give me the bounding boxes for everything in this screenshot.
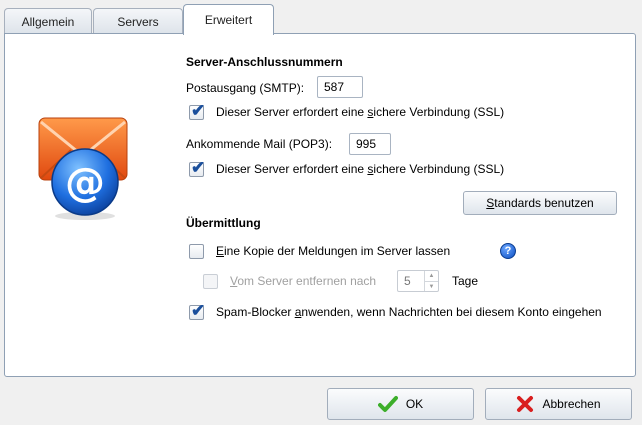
days-label: Tage: [452, 274, 479, 288]
ok-button[interactable]: OK: [327, 388, 474, 420]
checkmark-icon: ✔: [191, 158, 206, 177]
tab-label: Erweitert: [204, 13, 253, 27]
checkmark-icon: [377, 396, 398, 412]
pop3-label: Ankommende Mail (POP3):: [186, 137, 333, 151]
remove-from-server-checkbox[interactable]: [203, 274, 218, 289]
pop3-port-input[interactable]: [349, 133, 391, 155]
stepper-down-icon[interactable]: ▼: [424, 281, 438, 291]
cross-icon: [517, 396, 534, 412]
email-account-icon: @: [38, 117, 128, 220]
pop3-ssl-label: Dieser Server erfordert eine sichere Ver…: [216, 162, 505, 176]
remove-from-server-label: Vom Server entfernen nach: [230, 274, 377, 288]
smtp-label: Postausgang (SMTP):: [186, 81, 305, 95]
days-stepper[interactable]: 5 ▲ ▼: [397, 270, 439, 292]
tab-label: Allgemein: [21, 14, 75, 29]
checkmark-icon: ✔: [191, 101, 206, 120]
tab-erweitert[interactable]: Erweitert: [183, 4, 274, 35]
pop3-ssl-checkbox[interactable]: ✔: [189, 158, 205, 177]
delivery-heading: Übermittlung: [186, 216, 261, 230]
smtp-ssl-checkbox[interactable]: ✔: [189, 101, 205, 120]
cancel-label: Abbrechen: [542, 397, 601, 411]
cancel-button[interactable]: Abbrechen: [485, 388, 632, 420]
smtp-ssl-label: Dieser Server erfordert eine sichere Ver…: [216, 105, 505, 119]
help-icon[interactable]: ?: [500, 243, 516, 259]
ok-label: OK: [405, 397, 424, 411]
spam-blocker-label: Spam-Blocker anwenden, wenn Nachrichten …: [216, 305, 602, 319]
tab-servers[interactable]: Servers: [93, 8, 183, 34]
keep-copy-label: Eine Kopie der Meldungen im Server lasse…: [216, 244, 451, 258]
checkmark-icon: ✔: [191, 301, 206, 320]
use-defaults-button[interactable]: Standards benutzen: [463, 191, 617, 215]
ports-heading: Server-Anschlussnummern: [186, 55, 343, 69]
svg-text:@: @: [65, 160, 105, 206]
smtp-port-input[interactable]: [317, 76, 363, 98]
keep-copy-checkbox[interactable]: [189, 244, 204, 259]
days-value: 5: [404, 274, 411, 288]
stepper-up-icon[interactable]: ▲: [424, 271, 438, 281]
advanced-settings-panel: @ Server-Anschlussnummern Postausgang (S…: [4, 33, 636, 377]
spam-blocker-checkbox[interactable]: ✔: [189, 301, 205, 320]
tab-label: Servers: [117, 14, 159, 29]
tab-allgemein[interactable]: Allgemein: [4, 8, 92, 34]
